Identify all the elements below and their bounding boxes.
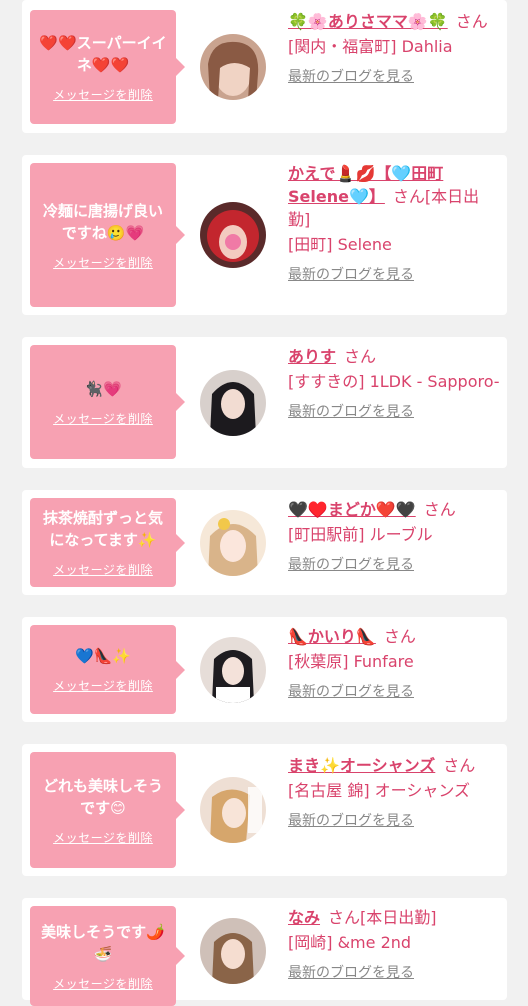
latest-blog-link[interactable]: 最新のブログを見る bbox=[288, 67, 500, 87]
cast-name-link[interactable]: まき✨オーシャンズ bbox=[288, 756, 435, 775]
cast-info: ありす さん [すすきの] 1LDK - Sapporo- 最新のブログを見る bbox=[288, 345, 500, 422]
latest-blog-link[interactable]: 最新のブログを見る bbox=[288, 265, 500, 285]
message-bubble: 🐈‍⬛💗 メッセージを削除 bbox=[30, 345, 185, 459]
list-item: 美味しそうです🌶️🍜 メッセージを削除 なみ さん[本日出勤] [岡崎] &me … bbox=[22, 898, 507, 1006]
cast-info: 👠かいり👠 さん [秋葉原] Funfare 最新のブログを見る bbox=[288, 625, 500, 702]
message-text: 冷麺に唐揚げ良いですね🥲💗 bbox=[42, 201, 163, 242]
avatar[interactable] bbox=[200, 34, 266, 100]
message-bubble: 💙👠✨ メッセージを削除 bbox=[30, 625, 185, 714]
list-item: 冷麺に唐揚げ良いですね🥲💗 メッセージを削除 かえで💄💋【🩵田町Selene🩵】… bbox=[22, 155, 507, 315]
cast-suffix: さん bbox=[443, 756, 476, 775]
delete-message-link[interactable]: メッセージを削除 bbox=[53, 254, 153, 271]
shop-name: [田町] Selene bbox=[288, 235, 392, 254]
latest-blog-link[interactable]: 最新のブログを見る bbox=[288, 811, 500, 831]
shop-name: [すすきの] 1LDK - Sapporo- bbox=[288, 372, 500, 391]
message-text: ❤️❤️スーパーイイネ❤️❤️ bbox=[39, 33, 167, 74]
shop-name: [名古屋 錦] オーシャンズ bbox=[288, 781, 471, 800]
message-text: 💙👠✨ bbox=[74, 647, 132, 665]
cast-info: まき✨オーシャンズ さん [名古屋 錦] オーシャンズ 最新のブログを見る bbox=[288, 754, 500, 831]
cast-name-link[interactable]: 🖤♥️まどか❤️🖤 bbox=[288, 500, 416, 519]
shop-name: [秋葉原] Funfare bbox=[288, 652, 414, 671]
delete-message-link[interactable]: メッセージを削除 bbox=[53, 86, 153, 103]
message-text: どれも美味しそうです😊 bbox=[42, 776, 163, 817]
cast-suffix: さん[本日出勤] bbox=[328, 908, 437, 927]
delete-message-link[interactable]: メッセージを削除 bbox=[53, 829, 153, 846]
shop-name: [関内・福富町] Dahlia bbox=[288, 37, 453, 56]
list-item: ❤️❤️スーパーイイネ❤️❤️ メッセージを削除 🍀🌸ありさママ🌸🍀 さん [関内… bbox=[22, 0, 507, 133]
list-item: 抹茶焼酎ずっと気になってます✨ メッセージを削除 🖤♥️まどか❤️🖤 さん [町田… bbox=[22, 490, 507, 595]
avatar[interactable] bbox=[200, 777, 266, 843]
cast-info: なみ さん[本日出勤] [岡崎] &me 2nd 最新のブログを見る bbox=[288, 906, 500, 983]
cast-info: 🖤♥️まどか❤️🖤 さん [町田駅前] ルーブル 最新のブログを見る bbox=[288, 498, 500, 575]
shop-name: [岡崎] &me 2nd bbox=[288, 933, 412, 952]
message-text: 美味しそうです🌶️🍜 bbox=[41, 922, 165, 963]
list-item: 🐈‍⬛💗 メッセージを削除 ありす さん [すすきの] 1LDK - Sappor… bbox=[22, 337, 507, 468]
cast-name-link[interactable]: なみ bbox=[288, 908, 320, 927]
cast-info: かえで💄💋【🩵田町Selene🩵】 さん[本日出勤] [田町] Selene 最新… bbox=[288, 162, 500, 285]
latest-blog-link[interactable]: 最新のブログを見る bbox=[288, 963, 500, 983]
avatar[interactable] bbox=[200, 637, 266, 703]
message-text: 🐈‍⬛💗 bbox=[84, 379, 122, 398]
message-bubble: 冷麺に唐揚げ良いですね🥲💗 メッセージを削除 bbox=[30, 163, 185, 307]
message-bubble: 抹茶焼酎ずっと気になってます✨ メッセージを削除 bbox=[30, 498, 185, 587]
cast-info: 🍀🌸ありさママ🌸🍀 さん [関内・福富町] Dahlia 最新のブログを見る bbox=[288, 10, 500, 87]
message-text: 抹茶焼酎ずっと気になってます✨ bbox=[42, 509, 163, 549]
latest-blog-link[interactable]: 最新のブログを見る bbox=[288, 555, 500, 575]
message-bubble: ❤️❤️スーパーイイネ❤️❤️ メッセージを削除 bbox=[30, 10, 185, 124]
delete-message-link[interactable]: メッセージを削除 bbox=[53, 561, 153, 578]
delete-message-link[interactable]: メッセージを削除 bbox=[53, 677, 153, 694]
message-bubble: どれも美味しそうです😊 メッセージを削除 bbox=[30, 752, 185, 868]
cast-name-link[interactable]: 🍀🌸ありさママ🌸🍀 bbox=[288, 12, 448, 31]
latest-blog-link[interactable]: 最新のブログを見る bbox=[288, 402, 500, 422]
message-bubble: 美味しそうです🌶️🍜 メッセージを削除 bbox=[30, 906, 185, 1006]
list-item: 💙👠✨ メッセージを削除 👠かいり👠 さん [秋葉原] Funfare 最新のブロ… bbox=[22, 617, 507, 722]
cast-name-link[interactable]: 👠かいり👠 bbox=[288, 627, 376, 646]
delete-message-link[interactable]: メッセージを削除 bbox=[53, 975, 153, 992]
cast-suffix: さん bbox=[383, 627, 416, 646]
cast-suffix: さん bbox=[344, 347, 377, 366]
shop-name: [町田駅前] ルーブル bbox=[288, 525, 433, 544]
delete-message-link[interactable]: メッセージを削除 bbox=[53, 410, 153, 427]
latest-blog-link[interactable]: 最新のブログを見る bbox=[288, 682, 500, 702]
avatar[interactable] bbox=[200, 370, 266, 436]
message-list: ❤️❤️スーパーイイネ❤️❤️ メッセージを削除 🍀🌸ありさママ🌸🍀 さん [関内… bbox=[0, 0, 528, 1006]
cast-suffix: さん bbox=[455, 12, 488, 31]
avatar[interactable] bbox=[200, 918, 266, 984]
cast-name-link[interactable]: ありす bbox=[288, 347, 336, 366]
avatar[interactable] bbox=[200, 202, 266, 268]
list-item: どれも美味しそうです😊 メッセージを削除 まき✨オーシャンズ さん [名古屋 錦]… bbox=[22, 744, 507, 876]
cast-suffix: さん bbox=[423, 500, 456, 519]
avatar[interactable] bbox=[200, 510, 266, 576]
